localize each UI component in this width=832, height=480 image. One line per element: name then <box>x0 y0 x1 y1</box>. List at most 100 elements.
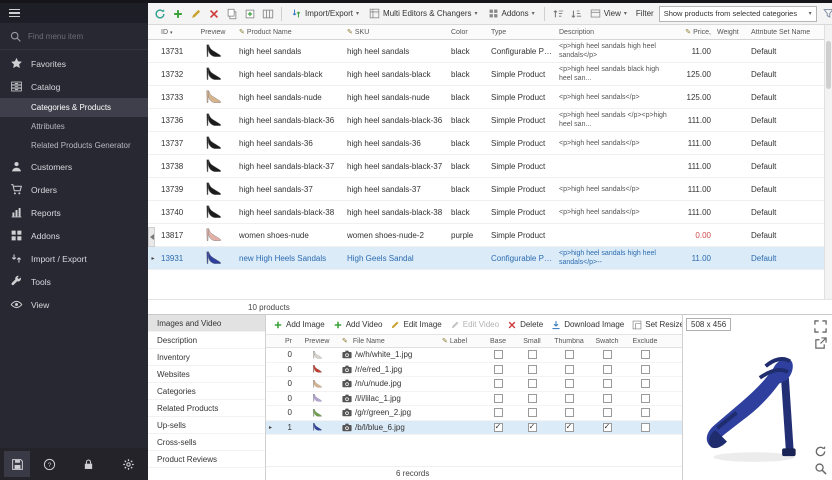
checkbox-base[interactable] <box>494 394 503 403</box>
sidebar-item-categories-products[interactable]: Categories & Products <box>0 98 148 117</box>
fullscreen-icon[interactable] <box>814 320 827 333</box>
tab-product-reviews[interactable]: Product Reviews <box>148 451 265 468</box>
checkbox-small[interactable] <box>528 408 537 417</box>
tab-images-and-video[interactable]: Images and Video <box>148 315 265 332</box>
column-header-weight[interactable]: Weight <box>714 29 748 36</box>
rotate-icon[interactable] <box>814 445 827 458</box>
table-row[interactable]: 13817women shoes-nudewomen shoes-nude-2p… <box>148 224 832 247</box>
add-image-button[interactable]: Add Image <box>273 320 325 330</box>
sidebar-item-favorites[interactable]: Favorites <box>0 52 148 75</box>
delete-button[interactable]: Delete <box>507 320 543 330</box>
save-tile[interactable] <box>4 451 30 477</box>
column-header-file-name[interactable]: ✎File Name <box>339 337 439 345</box>
column-header-color[interactable]: Color <box>448 29 488 36</box>
add-icon[interactable] <box>170 6 186 22</box>
checkbox-exclude[interactable] <box>641 408 650 417</box>
image-row[interactable]: 0/w/h/white_1.jpg <box>266 348 682 363</box>
sidebar-item-orders[interactable]: Orders <box>0 178 148 201</box>
edit-icon[interactable] <box>188 6 204 22</box>
checkbox-swatch[interactable] <box>603 408 612 417</box>
image-row[interactable]: 0/l/i/lilac_1.jpg <box>266 392 682 407</box>
menu-multi-editors-changers[interactable]: Multi Editors & Changers▾ <box>365 5 482 23</box>
tab-description[interactable]: Description <box>148 332 265 349</box>
column-header-type[interactable]: Type <box>488 29 556 36</box>
duplicate-icon[interactable] <box>242 6 258 22</box>
table-row[interactable]: 13737high heel sandals-36high heel sanda… <box>148 132 832 155</box>
checkbox-thumbnail[interactable] <box>565 365 574 374</box>
table-row[interactable]: 13739high heel sandals-37high heel sanda… <box>148 178 832 201</box>
tab-cross-sells[interactable]: Cross-sells <box>148 434 265 451</box>
menu-view[interactable]: View▾ <box>586 5 631 23</box>
vertical-scrollbar[interactable] <box>824 25 832 299</box>
menu-addons[interactable]: Addons▾ <box>484 5 539 23</box>
checkbox-thumbnail[interactable] <box>565 350 574 359</box>
column-header-product-name[interactable]: ✎Product Name <box>236 28 344 36</box>
column-header-id[interactable]: ID▾ <box>158 29 190 36</box>
set-resize-rule-button[interactable]: Set Resize Rule▾ <box>632 320 682 330</box>
checkbox-base[interactable] <box>494 350 503 359</box>
checkbox-base[interactable] <box>494 423 503 432</box>
column-header-attribute-set-name[interactable]: Attribute Set Name <box>748 29 824 36</box>
column-header-base[interactable]: Base <box>481 338 515 345</box>
checkbox-thumbnail[interactable] <box>565 408 574 417</box>
column-header-sku[interactable]: ✎SKU <box>344 28 448 36</box>
add-video-button[interactable]: Add Video <box>333 320 383 330</box>
lock-icon[interactable] <box>82 458 95 471</box>
table-row[interactable]: 13736high heel sandals-black-36high heel… <box>148 109 832 132</box>
menu-import-export[interactable]: Import/Export▾ <box>287 5 363 23</box>
copy-icon[interactable] <box>224 6 240 22</box>
checkbox-swatch[interactable] <box>603 423 612 432</box>
column-header-swatch[interactable]: Swatch <box>589 338 625 345</box>
checkbox-swatch[interactable] <box>603 394 612 403</box>
checkbox-small[interactable] <box>528 350 537 359</box>
checkbox-small[interactable] <box>528 394 537 403</box>
checkbox-base[interactable] <box>494 379 503 388</box>
column-header-small[interactable]: Small <box>515 338 549 345</box>
column-header-pr[interactable]: Pr <box>275 338 295 345</box>
delete-icon[interactable] <box>206 6 222 22</box>
table-row[interactable]: 13733high heel sandals-nudehigh heel san… <box>148 86 832 109</box>
sidebar-collapse-handle[interactable] <box>148 227 155 247</box>
checkbox-thumbnail[interactable] <box>565 379 574 388</box>
tab-categories[interactable]: Categories <box>148 383 265 400</box>
tab-related-products[interactable]: Related Products <box>148 400 265 417</box>
column-header-label[interactable]: ✎Label <box>439 337 481 345</box>
checkbox-thumbnail[interactable] <box>565 423 574 432</box>
sidebar-item-related-products-generator[interactable]: Related Products Generator <box>0 136 148 155</box>
sidebar-item-attributes[interactable]: Attributes <box>0 117 148 136</box>
column-header-preview[interactable]: Preview <box>295 338 339 345</box>
columns-icon[interactable] <box>260 6 276 22</box>
checkbox-small[interactable] <box>528 423 537 432</box>
column-header-preview[interactable]: Preview <box>190 29 236 36</box>
column-header-exclude[interactable]: Exclude <box>625 338 665 345</box>
sidebar-item-addons[interactable]: Addons <box>0 224 148 247</box>
sidebar-item-reports[interactable]: Reports <box>0 201 148 224</box>
checkbox-base[interactable] <box>494 365 503 374</box>
tab-inventory[interactable]: Inventory <box>148 349 265 366</box>
sidebar-item-import-export[interactable]: Import / Export <box>0 247 148 270</box>
sidebar-item-catalog[interactable]: Catalog <box>0 75 148 98</box>
sidebar-item-customers[interactable]: Customers <box>0 155 148 178</box>
zoom-icon[interactable] <box>814 462 827 475</box>
table-row[interactable]: 13740high heel sandals-black-38high heel… <box>148 201 832 224</box>
checkbox-thumbnail[interactable] <box>565 394 574 403</box>
image-row[interactable]: 0/n/u/nude.jpg <box>266 377 682 392</box>
checkbox-exclude[interactable] <box>641 394 650 403</box>
checkbox-small[interactable] <box>528 365 537 374</box>
sidebar-item-view[interactable]: View <box>0 293 148 316</box>
refresh-icon[interactable] <box>152 6 168 22</box>
table-row[interactable]: ▸13931new High Heels SandalsHigh Geels S… <box>148 247 832 270</box>
checkbox-swatch[interactable] <box>603 350 612 359</box>
menu-filters[interactable]: Filters▾ <box>819 5 832 23</box>
column-header-description[interactable]: Description <box>556 28 674 37</box>
help-icon[interactable]: ? <box>43 458 56 471</box>
scrollbar-thumb[interactable] <box>826 41 831 89</box>
checkbox-exclude[interactable] <box>641 379 650 388</box>
table-row[interactable]: 13732high heel sandals-blackhigh heel sa… <box>148 63 832 86</box>
sort-desc-icon[interactable] <box>568 6 584 22</box>
category-filter-select[interactable]: Show products from selected categories▾ <box>659 6 817 22</box>
tab-websites[interactable]: Websites <box>148 366 265 383</box>
image-row[interactable]: 0/r/e/red_1.jpg <box>266 363 682 378</box>
menu-icon[interactable] <box>9 9 20 18</box>
checkbox-small[interactable] <box>528 379 537 388</box>
